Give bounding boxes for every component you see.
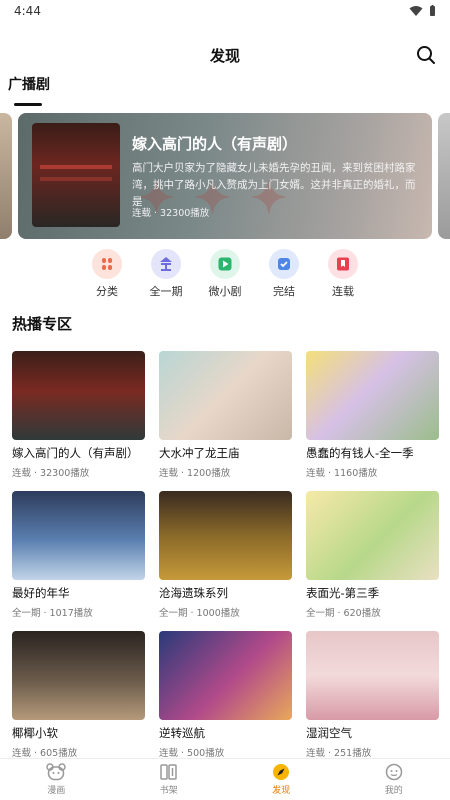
search-button[interactable] [414, 43, 438, 67]
card-meta: 全一期 · 1017播放 [12, 608, 93, 619]
content-card[interactable]: 表面光-第三季 全一期 · 620播放 [306, 491, 439, 631]
cover-decoration [40, 177, 112, 181]
card-meta: 连载 · 605播放 [12, 748, 78, 759]
compass-icon [273, 764, 290, 780]
section-title: 热播专区 [12, 315, 73, 333]
category-label: 全一期 [149, 285, 183, 298]
category-label: 分类 [96, 285, 118, 298]
status-bar: 4:44 [0, 0, 450, 22]
card-cover-image [159, 491, 292, 580]
card-meta: 连载 · 32300播放 [12, 468, 90, 479]
content-card[interactable]: 逆转巡航 连载 · 500播放 [159, 631, 292, 771]
nav-label: 漫画 [47, 786, 66, 796]
banner-title: 嫁入高门的人（有声剧） [132, 135, 298, 153]
card-meta: 全一期 · 620播放 [306, 608, 381, 619]
card-cover-image [12, 631, 145, 720]
category-icon [92, 249, 122, 279]
nav-item-discover[interactable]: 发现 [251, 763, 311, 796]
card-meta: 连载 · 1200播放 [159, 468, 231, 479]
nav-label: 发现 [272, 786, 291, 796]
category-classify[interactable]: 分类 [91, 249, 124, 301]
card-cover-image [306, 631, 439, 720]
card-cover-image [12, 491, 145, 580]
complete-icon [151, 249, 181, 279]
category-label: 微小剧 [208, 285, 242, 298]
header: 发现 [0, 38, 450, 72]
content-card[interactable]: 大水冲了龙王庙 连载 · 1200播放 [159, 351, 292, 491]
card-title: 沧海遗珠系列 [159, 586, 228, 600]
nav-item-comics[interactable]: 漫画 [26, 763, 86, 796]
battery-icon [430, 5, 435, 16]
tab-active-indicator [14, 103, 42, 106]
card-meta: 连载 · 1160播放 [306, 468, 378, 479]
category-row: 分类 全一期 微小剧 完结 连载 [0, 249, 450, 301]
cover-decoration [40, 165, 112, 169]
category-complete[interactable]: 全一期 [150, 249, 183, 301]
play-icon [210, 249, 240, 279]
category-label: 完结 [273, 285, 295, 298]
tab-radio-drama[interactable]: 广播剧 [8, 74, 50, 106]
banner-prev-peek[interactable] [0, 113, 12, 239]
card-title: 大水冲了龙王庙 [159, 446, 240, 460]
profile-icon [385, 763, 402, 781]
content-grid: 嫁入高门的人（有声剧） 连载 · 32300播放 大水冲了龙王庙 连载 · 12… [12, 351, 440, 771]
bottom-nav: 漫画 书架 发现 我的 [0, 758, 450, 800]
nav-label: 我的 [384, 786, 403, 796]
card-title: 嫁入高门的人（有声剧） [12, 446, 139, 460]
bookmark-icon [328, 249, 358, 279]
category-finished[interactable]: 完结 [268, 249, 301, 301]
banner-next-peek[interactable] [438, 113, 450, 239]
category-micro-drama[interactable]: 微小剧 [209, 249, 242, 301]
tab-label: 广播剧 [8, 77, 50, 93]
card-title: 椰椰小软 [12, 726, 58, 740]
card-meta: 连载 · 251播放 [306, 748, 372, 759]
banner-cover-image [32, 123, 120, 227]
page-title: 发现 [209, 46, 240, 65]
card-cover-image [306, 491, 439, 580]
content-card[interactable]: 最好的年华 全一期 · 1017播放 [12, 491, 145, 631]
content-card[interactable]: 沧海遗珠系列 全一期 · 1000播放 [159, 491, 292, 631]
finished-icon [269, 249, 299, 279]
bear-icon [46, 763, 66, 781]
card-meta: 连载 · 500播放 [159, 748, 225, 759]
card-cover-image [306, 351, 439, 440]
nav-item-profile[interactable]: 我的 [364, 763, 424, 796]
content-card[interactable]: 嫁入高门的人（有声剧） 连载 · 32300播放 [12, 351, 145, 491]
wifi-icon [409, 6, 423, 16]
banner-meta: 连载 · 32300播放 [132, 208, 210, 219]
bookshelf-icon [160, 764, 177, 780]
card-title: 最好的年华 [12, 586, 70, 600]
nav-label: 书架 [159, 786, 178, 796]
status-icons [409, 5, 436, 17]
nav-item-bookshelf[interactable]: 书架 [139, 763, 199, 796]
card-title: 愚蠢的有钱人-全一季 [306, 446, 414, 460]
card-cover-image [12, 351, 145, 440]
card-title: 表面光-第三季 [306, 586, 380, 600]
card-cover-image [159, 631, 292, 720]
card-cover-image [159, 351, 292, 440]
category-label: 连载 [332, 285, 354, 298]
banner-carousel[interactable]: ✦ ✦ ✦ 嫁入高门的人（有声剧） 高门大户贝家为了隐藏女儿未婚先孕的丑闻，来到… [0, 113, 450, 239]
category-serial[interactable]: 连载 [327, 249, 360, 301]
card-meta: 全一期 · 1000播放 [159, 608, 240, 619]
banner-card[interactable]: ✦ ✦ ✦ 嫁入高门的人（有声剧） 高门大户贝家为了隐藏女儿未婚先孕的丑闻，来到… [18, 113, 432, 239]
search-icon [417, 46, 435, 64]
card-title: 湿润空气 [306, 726, 352, 740]
content-card[interactable]: 湿润空气 连载 · 251播放 [306, 631, 439, 771]
content-card[interactable]: 愚蠢的有钱人-全一季 连载 · 1160播放 [306, 351, 439, 491]
card-title: 逆转巡航 [159, 726, 205, 740]
banner-description: 高门大户贝家为了隐藏女儿未婚先孕的丑闻，来到贫困村路家湾，挑中了路小凡入赘成为上… [132, 162, 416, 208]
status-time: 4:44 [14, 4, 41, 18]
content-card[interactable]: 椰椰小软 连载 · 605播放 [12, 631, 145, 771]
